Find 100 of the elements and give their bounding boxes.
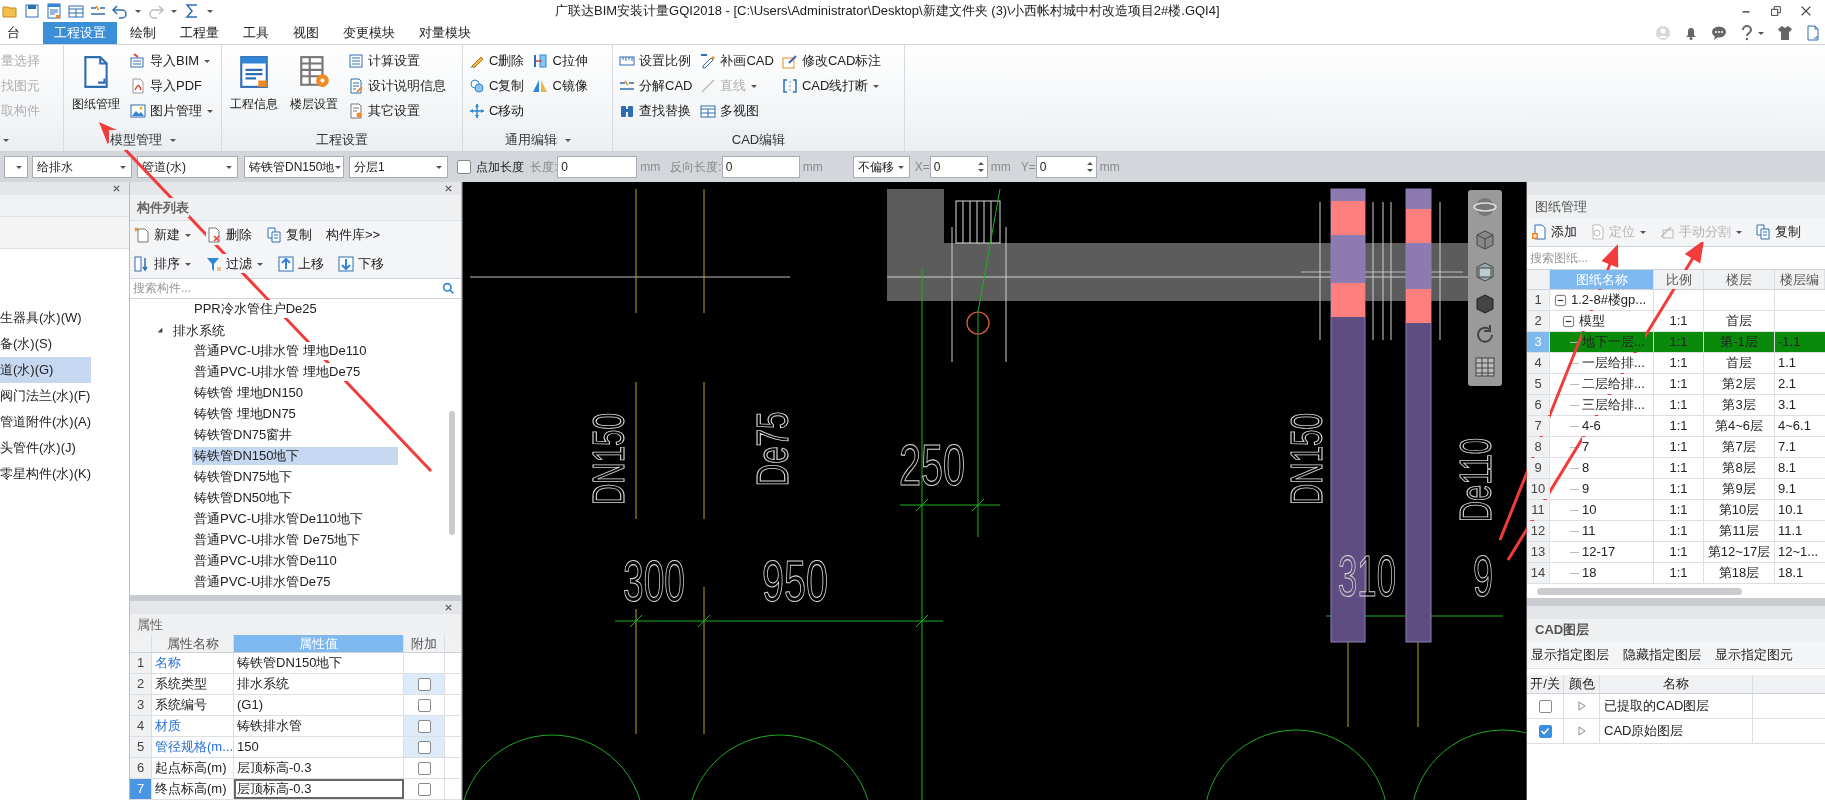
category-item[interactable]: 道(水)(G) [0, 357, 91, 383]
toolbar-button[interactable]: 下移 [338, 253, 384, 274]
action-button[interactable]: 显示指定图元 [1715, 644, 1793, 665]
toolbar-button[interactable]: 排序 [134, 253, 192, 274]
menu-tab[interactable]: 视图 [282, 22, 330, 44]
property-value[interactable]: 层顶标高-0.3 [234, 779, 404, 799]
dropdown[interactable]: 不偏移 [852, 156, 910, 178]
ribbon-button[interactable]: 图纸管理 [70, 49, 122, 129]
ribbon-button[interactable]: 导入PDF [130, 76, 214, 96]
category-item[interactable]: 零星构件(水)(K) [0, 461, 91, 487]
table-row[interactable]: 4 一层给排... 1:1 首层 1.1 [1527, 353, 1825, 374]
scrollbar-thumb[interactable] [449, 410, 455, 535]
chat-icon[interactable] [1711, 25, 1727, 41]
checkbox[interactable] [417, 740, 431, 754]
ribbon-button[interactable]: C镜像 [532, 76, 588, 96]
checkbox[interactable] [1538, 724, 1552, 738]
category-item[interactable]: 头管件(水)(J) [0, 435, 91, 461]
ribbon-button[interactable]: 查找替换 [619, 101, 693, 121]
ribbon-button[interactable]: 补画CAD [700, 51, 774, 71]
tree-item[interactable]: 普通PVC-U排水管 埋地De75 [192, 363, 363, 382]
column-header[interactable]: 名称 [1600, 675, 1753, 693]
property-value[interactable]: 层顶标高-0.3 [234, 758, 404, 778]
table-row[interactable]: 12 11 1:1 第11层 11.1 [1527, 521, 1825, 542]
close-icon[interactable] [444, 603, 453, 613]
menu-tab[interactable]: 工程量 [169, 22, 230, 44]
ribbon-button[interactable]: 楼层设置 [288, 49, 340, 129]
table-row[interactable]: 11 10 1:1 第10层 10.1 [1527, 500, 1825, 521]
column-header[interactable]: 开/关 [1527, 675, 1564, 693]
document-icon[interactable] [46, 3, 62, 19]
menu-tab[interactable]: 变更模块 [332, 22, 406, 44]
restore-icon[interactable] [1769, 4, 1783, 18]
redo-icon[interactable] [148, 3, 164, 19]
toolbar-button[interactable]: 添加 [1531, 222, 1577, 242]
column-header[interactable]: 颜色 [1564, 675, 1600, 693]
ribbon-button[interactable]: 分解CAD [619, 76, 693, 96]
collapse-icon[interactable] [1562, 314, 1575, 328]
checkbox[interactable] [417, 677, 431, 691]
ribbon-button[interactable]: 设置比例 [619, 51, 693, 71]
tree-item[interactable]: 铸铁管DN150地下 [192, 447, 398, 466]
scrollbar-thumb[interactable] [1537, 587, 1742, 595]
action-button[interactable]: 显示指定图层 [1531, 644, 1609, 665]
checkbox[interactable] [417, 719, 431, 733]
collapse-icon[interactable] [1554, 293, 1567, 307]
column-header[interactable]: 附加 [404, 635, 445, 652]
checkbox[interactable] [417, 698, 431, 712]
dropdown[interactable]: 分层1 [349, 156, 448, 178]
tree-item[interactable]: 普通PVC-U排水管 埋地De110 [192, 342, 369, 361]
toolbar-button[interactable]: 删除 [206, 225, 252, 245]
checkbox[interactable] [417, 761, 431, 775]
property-value[interactable]: (G1) [234, 695, 404, 715]
close-icon[interactable] [112, 184, 121, 193]
ribbon-button[interactable]: CAD线打断 [781, 76, 882, 96]
grid-icon[interactable] [1473, 355, 1497, 379]
toolbar-button[interactable]: 复制 [1755, 222, 1801, 242]
category-item[interactable]: 阀门法兰(水)(F) [0, 383, 91, 409]
action-button[interactable]: 隐藏指定图层 [1623, 644, 1701, 665]
ribbon-button[interactable]: 计算设置 [348, 51, 446, 71]
toolbar-button[interactable]: 过滤 [206, 253, 264, 274]
dropdown[interactable]: 给排水 [32, 156, 132, 178]
checkbox[interactable] [457, 160, 471, 174]
dropdown[interactable]: 铸铁管DN150地 [244, 156, 344, 178]
menu-tab[interactable]: 台 [0, 22, 31, 44]
ribbon-button[interactable]: 设计说明信息 [348, 76, 446, 96]
category-item[interactable]: 管道附件(水)(A) [0, 409, 91, 435]
category-item[interactable]: 备(水)(S) [0, 331, 91, 357]
table-row[interactable]: 1 1.2-8#楼gp... [1527, 290, 1825, 311]
menu-tab[interactable]: 绘制 [119, 22, 167, 44]
ribbon-button[interactable]: C复制 [469, 76, 525, 96]
close-icon[interactable] [1799, 4, 1813, 18]
table-row[interactable]: 7 4-6 1:1 第4~6层 4~6.1 [1527, 416, 1825, 437]
toolbar-button[interactable]: 新建 [134, 225, 192, 245]
ribbon-button[interactable]: C拉伸 [532, 51, 588, 71]
menu-tab[interactable]: 对量模块 [408, 22, 482, 44]
sum-icon[interactable] [184, 3, 200, 19]
folder-icon[interactable] [2, 3, 18, 19]
ribbon-button[interactable]: 导入BIM [130, 51, 214, 71]
ribbon-button[interactable]: 其它设置 [348, 101, 446, 121]
help-icon[interactable] [1739, 25, 1755, 41]
toolbar-button[interactable]: 上移 [278, 253, 324, 274]
document-icon[interactable] [1805, 25, 1821, 41]
table-row[interactable]: 6 三层给排... 1:1 第3层 3.1 [1527, 395, 1825, 416]
ribbon-button[interactable]: 修改CAD标注 [781, 51, 882, 71]
checkbox[interactable] [1538, 699, 1552, 713]
spinner-icon[interactable] [1085, 161, 1094, 173]
spinner-icon[interactable] [976, 161, 985, 173]
close-icon[interactable] [444, 184, 453, 193]
ribbon-button[interactable]: C删除 [469, 51, 525, 71]
ribbon-button[interactable]: 多视图 [700, 101, 774, 121]
category-item[interactable]: 生器具(水)(W) [0, 305, 91, 331]
property-value[interactable]: 铸铁管DN150地下 [234, 653, 404, 673]
menu-tab[interactable]: 工具 [232, 22, 280, 44]
search-field[interactable]: 搜索图纸... [1527, 246, 1825, 270]
ribbon-button[interactable]: 图片管理 [130, 101, 214, 121]
undo-icon[interactable] [112, 3, 128, 19]
checkbox[interactable] [417, 782, 431, 796]
toolbar-button[interactable]: 复制 [266, 225, 312, 245]
shirt-icon[interactable] [1777, 25, 1793, 41]
tree-item[interactable]: PPR冷水管住户De25 [192, 300, 319, 319]
grid-document-icon[interactable] [68, 3, 84, 19]
expanded-triangle-icon[interactable] [156, 326, 164, 335]
